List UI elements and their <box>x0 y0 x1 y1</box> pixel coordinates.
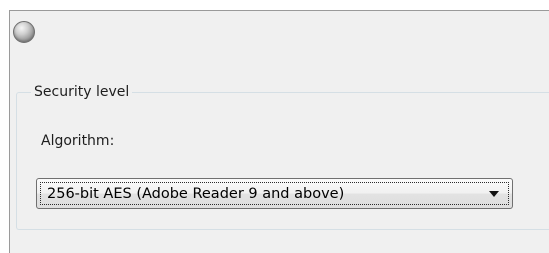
algorithm-label: Algorithm: <box>41 133 115 149</box>
algorithm-selected-value: 256-bit AES (Adobe Reader 9 and above) <box>47 186 345 202</box>
radio-button-icon[interactable] <box>13 21 35 43</box>
security-level-legend: Security level <box>31 82 133 102</box>
chevron-down-icon[interactable] <box>489 191 499 197</box>
security-level-groupbox <box>16 92 549 230</box>
algorithm-select[interactable]: 256-bit AES (Adobe Reader 9 and above) <box>36 178 513 209</box>
